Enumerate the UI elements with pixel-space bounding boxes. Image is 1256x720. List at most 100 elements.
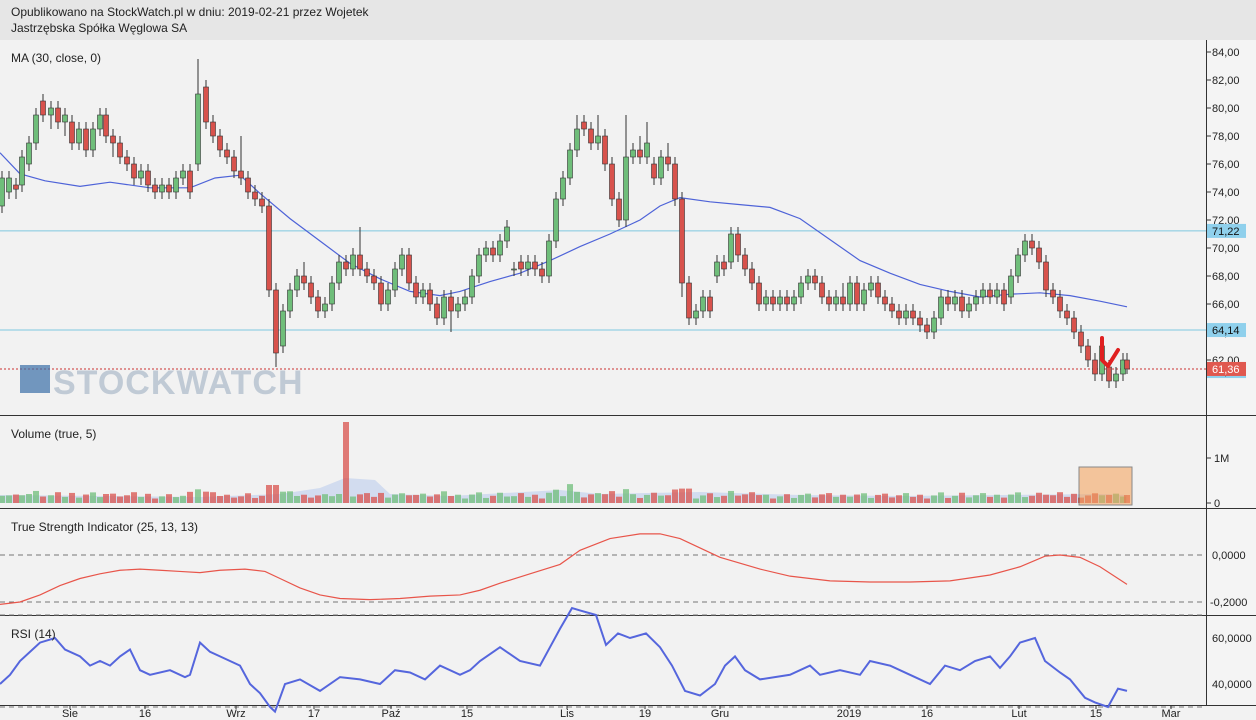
volume-bar <box>686 488 692 503</box>
volume-bar <box>392 494 398 503</box>
volume-panel-title: Volume (true, 5) <box>11 427 96 441</box>
candle-body <box>945 296 951 305</box>
candle-body <box>756 282 762 305</box>
volume-bar <box>1008 494 1014 503</box>
x-tick-label: Gru <box>711 708 729 720</box>
volume-bar <box>581 497 587 503</box>
y-tick-label: -0,2000 <box>1210 597 1247 609</box>
candle-body <box>131 163 137 179</box>
candle-body <box>159 184 165 193</box>
candle-body <box>455 303 461 312</box>
candle-body <box>1015 254 1021 277</box>
volume-bar <box>83 494 89 503</box>
volume-bar <box>343 422 349 503</box>
candle-body <box>1008 275 1014 298</box>
candle-body <box>427 289 433 305</box>
candle-body <box>560 177 566 200</box>
candle-body <box>195 93 201 165</box>
candle-body <box>693 310 699 319</box>
volume-bar <box>658 495 664 503</box>
chart-page: Opublikowano na StockWatch.pl w dniu: 20… <box>0 0 1256 720</box>
candle-body <box>889 303 895 312</box>
volume-bar <box>1071 493 1077 503</box>
candle-body <box>903 310 909 319</box>
x-tick-label: Mar <box>1162 708 1181 720</box>
volume-bar <box>252 497 258 503</box>
candle-body <box>245 177 251 193</box>
volume-bar <box>97 497 103 503</box>
candle-body <box>48 107 54 116</box>
volume-bar <box>910 496 916 503</box>
y-tick-label: 74,00 <box>1212 187 1240 199</box>
volume-bar <box>195 489 201 503</box>
candle-body <box>308 282 314 298</box>
volume-bar <box>1022 497 1028 503</box>
volume-bar <box>427 496 433 503</box>
volume-bar <box>812 497 818 503</box>
candle-body <box>742 254 748 270</box>
volume-bar <box>735 495 741 503</box>
candle-body <box>595 135 601 144</box>
volume-bar <box>546 492 552 503</box>
volume-bar <box>399 493 405 503</box>
volume-bar <box>679 488 685 503</box>
volume-bar <box>152 498 158 503</box>
candle-body <box>203 86 209 123</box>
volume-bar <box>371 496 377 503</box>
volume-bar <box>875 494 881 503</box>
volume-bar <box>55 492 61 503</box>
volume-bar <box>777 496 783 503</box>
candle-body <box>994 289 1000 298</box>
candle-body <box>0 177 5 207</box>
y-tick-label: 60,0000 <box>1212 633 1252 645</box>
volume-bar <box>763 494 769 503</box>
candle-body <box>798 282 804 298</box>
price-panel-title: MA (30, close, 0) <box>11 51 101 65</box>
volume-bar <box>287 491 293 503</box>
volume-bar <box>665 495 671 503</box>
volume-bar <box>861 493 867 503</box>
volume-bar <box>329 496 335 503</box>
volume-bar <box>138 496 144 503</box>
candle-body <box>868 282 874 291</box>
candle-body <box>777 296 783 305</box>
candle-body <box>826 296 832 305</box>
candle-body <box>259 198 265 207</box>
volume-bar <box>48 495 54 503</box>
candle-body <box>784 296 790 305</box>
candle-body <box>847 282 853 305</box>
candle-body <box>539 268 545 277</box>
chart-area[interactable]: 84,0082,0080,0078,0076,0074,0072,0070,00… <box>0 40 1256 720</box>
candle-body <box>763 296 769 305</box>
candle-body <box>770 296 776 305</box>
candle-body <box>952 296 958 305</box>
candle-body <box>124 156 130 165</box>
candle-body <box>658 156 664 179</box>
tsi-panel-title: True Strength Indicator (25, 13, 13) <box>11 520 198 534</box>
volume-bar <box>6 495 12 503</box>
volume-bar <box>1050 495 1056 503</box>
volume-bar <box>574 491 580 503</box>
rsi-panel-title: RSI (14) <box>11 627 56 641</box>
volume-bar <box>19 495 25 503</box>
candle-body <box>322 303 328 312</box>
volume-bar <box>518 493 524 503</box>
volume-bar <box>756 495 762 503</box>
volume-bar <box>994 494 1000 503</box>
volume-bar <box>378 492 384 503</box>
y-tick-label: 0,0000 <box>1212 550 1246 562</box>
candle-body <box>364 268 370 277</box>
volume-bar <box>616 496 622 503</box>
candle-body <box>1064 310 1070 319</box>
candle-body <box>301 275 307 284</box>
volume-bar <box>882 493 888 503</box>
x-tick-label: 16 <box>139 708 151 720</box>
candle-body <box>19 156 25 186</box>
volume-bar <box>69 492 75 503</box>
candle-body <box>280 310 286 347</box>
candle-body <box>609 163 615 200</box>
candle-body <box>938 296 944 319</box>
candle-body <box>357 254 363 270</box>
volume-bar <box>749 492 755 503</box>
x-tick-label: Sie <box>62 708 78 720</box>
